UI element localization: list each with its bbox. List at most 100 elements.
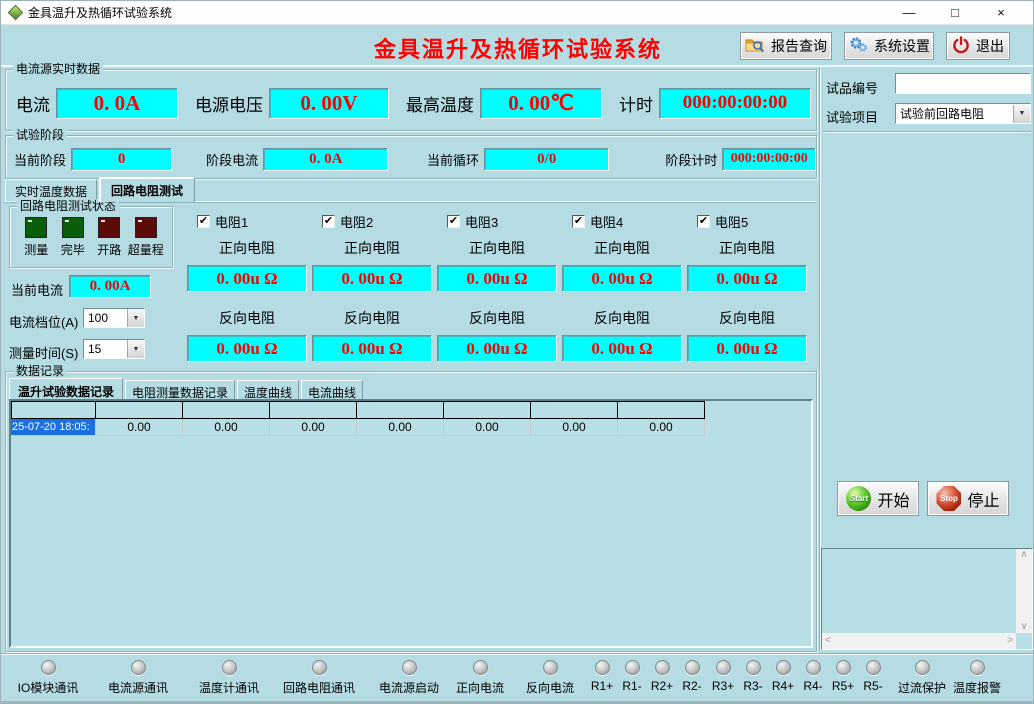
status-bar: IO模块通讯 电流源通讯 温度计通讯 回路电阻通讯 电流源启动 正向电流 反向电…: [1, 654, 1033, 701]
resistance-channels: ✔ 电阻1 正向电阻 0. 00u Ω 反向电阻 0. 00u Ω ✔ 电阻2 …: [187, 207, 809, 362]
value-cell: 0.00: [96, 419, 183, 436]
data-records-group: 数据记录 温升试验数据记录 电阻测量数据记录 温度曲线 电流曲线: [5, 371, 817, 652]
chevron-down-icon[interactable]: ▼: [127, 309, 144, 327]
close-button[interactable]: ×: [978, 1, 1024, 25]
channel-2-checkbox[interactable]: ✔: [322, 215, 335, 228]
title-bar: 金具温升及热循环试验系统 — □ ×: [1, 1, 1033, 25]
scroll-up-icon[interactable]: ∧: [1020, 549, 1027, 561]
voltage-label: 电源电压: [195, 91, 263, 116]
channel-4-checkbox[interactable]: ✔: [572, 215, 585, 228]
led-icon: [402, 660, 417, 675]
status-led-r4-plus: R4+: [768, 660, 798, 693]
led-measure-icon: [25, 217, 47, 238]
exit-button[interactable]: 退出: [946, 32, 1010, 60]
message-list-panel: ∧ ∨ < >: [821, 548, 1033, 650]
scroll-left-icon[interactable]: <: [825, 635, 831, 647]
test-project-label: 试验项目: [826, 107, 878, 126]
loop-test-status-group: 回路电阻测试状态 测量 完毕 开路 超量程: [9, 206, 173, 268]
led-icon: [41, 660, 56, 675]
voltage-display: 0. 00V: [269, 88, 389, 119]
channel-2: ✔ 电阻2 正向电阻 0. 00u Ω 反向电阻 0. 00u Ω: [312, 207, 432, 362]
chevron-down-icon[interactable]: ▼: [127, 340, 144, 358]
status-led-r5-minus: R5-: [858, 660, 888, 693]
reverse-resistance-label: 反向电阻: [719, 308, 775, 328]
led-icon: [131, 660, 146, 675]
forward-resistance-label: 正向电阻: [344, 238, 400, 258]
check-icon: ✔: [574, 216, 583, 227]
measure-time-label: 测量时间(S): [9, 343, 78, 362]
max-temp-display: 0. 00℃: [480, 88, 602, 119]
stage-display: 0: [71, 148, 172, 171]
status-led-r5-plus: R5+: [828, 660, 858, 693]
table-row[interactable]: 25-07-20 18:05: 0.00 0.00 0.00 0.00 0.00…: [11, 419, 705, 436]
status-led-r4-minus: R4-: [798, 660, 828, 693]
channel-3: ✔ 电阻3 正向电阻 0. 00u Ω 反向电阻 0. 00u Ω: [437, 207, 557, 362]
timestamp-cell[interactable]: 25-07-20 18:05:: [11, 419, 96, 436]
stage-group-title: 试验阶段: [13, 128, 67, 142]
forward-resistance-label: 正向电阻: [719, 238, 775, 258]
channel-3-reverse-display: 0. 00u Ω: [437, 335, 557, 362]
start-icon: Start: [846, 486, 871, 511]
check-icon: ✔: [699, 216, 708, 227]
led-open-circuit-icon: [98, 217, 120, 238]
current-range-select[interactable]: 100 ▼: [83, 308, 145, 328]
status-led-r1-minus: R1-: [617, 660, 647, 693]
led-icon: [915, 660, 930, 675]
stage-label: 当前阶段: [14, 150, 66, 169]
gears-icon: [848, 36, 868, 56]
specimen-id-input[interactable]: [895, 73, 1031, 94]
minimize-button[interactable]: —: [886, 1, 932, 25]
right-panel-divider: [823, 131, 1031, 132]
status-led-overcurrent-protect: 过流保护: [891, 660, 953, 696]
current-range-label: 电流档位(A): [9, 312, 78, 331]
measure-time-select[interactable]: 15 ▼: [83, 339, 145, 359]
start-button[interactable]: Start 开始: [837, 481, 919, 516]
realtime-data-group: 电流源实时数据 电流 0. 0A 电源电压 0. 00V 最高温度 0. 00℃…: [5, 69, 817, 131]
led-icon: [625, 660, 640, 675]
cycle-display: 0/0: [484, 148, 609, 171]
channel-5-label: 电阻5: [715, 212, 748, 231]
timer-display: 000:00:00:00: [659, 88, 811, 119]
value-cell: 0.00: [444, 419, 531, 436]
status-led-loop-comm: 回路电阻通讯: [273, 660, 365, 696]
reverse-resistance-label: 反向电阻: [219, 308, 275, 328]
loop-current-display: 0. 00A: [69, 275, 151, 298]
stop-button[interactable]: Stop 停止: [927, 481, 1009, 516]
scroll-down-icon[interactable]: ∨: [1020, 621, 1027, 633]
channel-1-checkbox[interactable]: ✔: [197, 215, 210, 228]
window-title: 金具温升及热循环试验系统: [28, 4, 172, 21]
channel-2-label: 电阻2: [340, 212, 373, 231]
cycle-label: 当前循环: [427, 150, 479, 169]
tab-loop-resistance[interactable]: 回路电阻测试: [99, 177, 195, 202]
horizontal-scrollbar[interactable]: < >: [822, 633, 1016, 649]
maximize-button[interactable]: □: [932, 1, 978, 25]
reverse-resistance-label: 反向电阻: [469, 308, 525, 328]
channel-5-reverse-display: 0. 00u Ω: [687, 335, 807, 362]
stage-current-display: 0. 0A: [263, 148, 388, 171]
reverse-resistance-label: 反向电阻: [344, 308, 400, 328]
status-led-source-comm: 电流源通讯: [96, 660, 180, 696]
test-project-select[interactable]: 试验前回路电阻 ▼: [895, 103, 1031, 124]
led-icon: [595, 660, 610, 675]
folder-search-icon: [745, 37, 765, 56]
app-window: 金具温升及热循环试验系统 — □ × 金具温升及热循环试验系统 报告查询 系统设…: [0, 0, 1034, 704]
channel-5-checkbox[interactable]: ✔: [697, 215, 710, 228]
channel-5: ✔ 电阻5 正向电阻 0. 00u Ω 反向电阻 0. 00u Ω: [687, 207, 807, 362]
window-controls: — □ ×: [886, 1, 1024, 25]
channel-5-forward-display: 0. 00u Ω: [687, 265, 807, 292]
led-icon: [312, 660, 327, 675]
channel-3-checkbox[interactable]: ✔: [447, 215, 460, 228]
records-table: 25-07-20 18:05: 0.00 0.00 0.00 0.00 0.00…: [11, 401, 705, 436]
channel-1-label: 电阻1: [215, 212, 248, 231]
chevron-down-icon[interactable]: ▼: [1013, 105, 1030, 123]
timer-label: 计时: [619, 91, 653, 116]
led-icon: [806, 660, 821, 675]
forward-resistance-label: 正向电阻: [594, 238, 650, 258]
scroll-right-icon[interactable]: >: [1007, 635, 1013, 647]
report-query-button[interactable]: 报告查询: [740, 32, 832, 60]
start-label: 开始: [877, 487, 909, 511]
system-settings-button[interactable]: 系统设置: [844, 32, 934, 60]
vertical-scrollbar[interactable]: ∧ ∨: [1016, 549, 1032, 633]
status-led-temp-alarm: 温度报警: [946, 660, 1008, 696]
test-stage-group: 试验阶段 当前阶段 0 阶段电流 0. 0A 当前循环 0/0 阶段计时 000…: [5, 135, 817, 179]
